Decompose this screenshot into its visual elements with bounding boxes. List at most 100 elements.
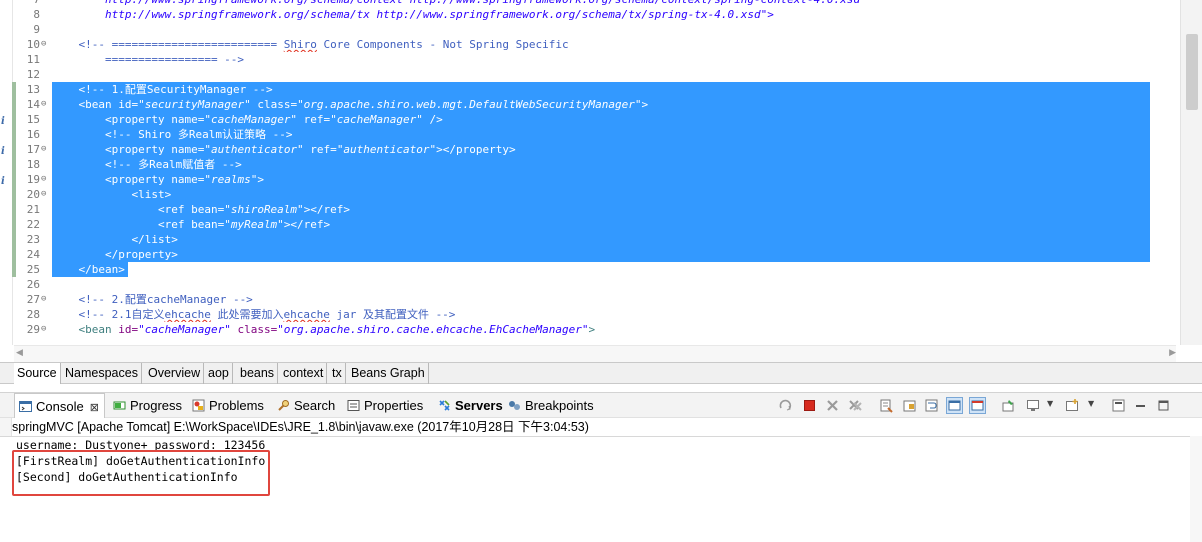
tab-console[interactable]: Console ⊠	[14, 393, 105, 418]
display-console-icon[interactable]	[1026, 398, 1041, 413]
tab-source[interactable]: Source	[14, 363, 61, 384]
code-token: ></ref>	[283, 218, 331, 231]
tab-tx[interactable]: tx	[329, 363, 346, 384]
remove-all-icon[interactable]	[848, 398, 863, 413]
display-console-dropdown-icon[interactable]: ▼	[1047, 399, 1053, 408]
code-line[interactable]: 21 <ref bean="shiroRealm"></ref>	[0, 202, 1176, 217]
code-line[interactable]: 13 <!-- 1.配置SecurityManager -->	[0, 82, 1176, 97]
code-token: bean=	[191, 218, 225, 231]
tab-context[interactable]: context	[280, 363, 328, 384]
tab-beans-graph[interactable]: Beans Graph	[348, 363, 429, 384]
code-line[interactable]: 12	[0, 67, 1176, 82]
code-token: "myRealm"	[224, 218, 284, 231]
editor-horizontal-scrollbar[interactable]: ◀ ▶	[14, 345, 1176, 362]
code-text: <!-- Shiro 多Realm认证策略 -->	[52, 127, 1150, 142]
line-number: 7	[16, 0, 40, 7]
console-scrollbar[interactable]	[1190, 436, 1202, 542]
code-token: <property	[52, 173, 172, 186]
show-console-stdout-icon[interactable]	[946, 397, 963, 414]
remove-launch-icon[interactable]	[778, 398, 793, 413]
code-token: <!-- 2.配置cacheManager -->	[52, 293, 253, 306]
code-line[interactable]: 18 <!-- 多Realm赋值者 -->	[0, 157, 1176, 172]
tab-overview[interactable]: Overview	[145, 363, 205, 384]
fold-toggle-icon[interactable]: ⊖	[41, 292, 46, 307]
tab-breakpoints[interactable]: Breakpoints	[508, 393, 594, 418]
code-text: <!-- 1.配置SecurityManager -->	[52, 82, 1150, 97]
code-line[interactable]: i 17 ⊖ <property name="authenticator" ref=…	[0, 142, 1176, 157]
line-number: 20	[26, 188, 40, 201]
fold-toggle-icon[interactable]: ⊖	[41, 142, 46, 157]
tab-breakpoints-label: Breakpoints	[525, 398, 594, 413]
tab-aop[interactable]: aop	[205, 363, 233, 384]
line-number: 15	[26, 113, 40, 126]
servers-icon	[439, 400, 450, 411]
code-line[interactable]: 24 </property>	[0, 247, 1176, 262]
word-wrap-icon[interactable]	[924, 398, 939, 413]
open-console-icon[interactable]	[1065, 398, 1080, 413]
code-token: >	[588, 323, 596, 336]
code-line[interactable]: 8 http://www.springframework.org/schema/…	[0, 7, 1176, 22]
code-token: "cacheManager"	[204, 113, 298, 126]
maximize-icon[interactable]	[1156, 398, 1171, 413]
line-number: 26	[26, 278, 40, 291]
code-line[interactable]: 29 ⊖ <bean id="cacheManager" class="org.a…	[0, 322, 1176, 337]
code-line[interactable]: 27 ⊖ <!-- 2.配置cacheManager -->	[0, 292, 1176, 307]
code-line[interactable]: 28 <!-- 2.1自定义ehcache 此处需要加入ehcache jar …	[0, 307, 1176, 322]
fold-toggle-icon[interactable]: ⊖	[41, 97, 46, 112]
tab-beans[interactable]: beans	[237, 363, 279, 384]
line-number: 9	[33, 23, 40, 36]
code-token: <bean	[52, 98, 119, 111]
code-line[interactable]: 10 ⊖ <!-- ========================= Shiro…	[0, 37, 1176, 52]
line-number: 14	[26, 98, 40, 111]
code-line[interactable]: i 15 <property name="cacheManager" ref="c…	[0, 112, 1176, 127]
code-line[interactable]: 26	[0, 277, 1176, 292]
console-icon	[19, 401, 32, 412]
code-line[interactable]: 20 ⊖ <list>	[0, 187, 1176, 202]
code-text: <property name="authenticator" ref="auth…	[52, 142, 1150, 157]
scroll-right-arrow-icon[interactable]: ▶	[1169, 348, 1176, 358]
scroll-lock-icon[interactable]	[902, 398, 917, 413]
minimize-icon[interactable]	[1133, 398, 1148, 413]
code-line[interactable]: i 19 ⊖ <property name="realms">	[0, 172, 1176, 187]
xml-editor[interactable]: 7 http://www.springframework.org/schema/…	[0, 0, 1202, 362]
console-panel-toolbar: Console ⊠ Progress Problems Search Proper…	[0, 392, 1202, 418]
remove-icon[interactable]	[825, 398, 840, 413]
close-icon[interactable]: ⊠	[90, 402, 99, 414]
code-line[interactable]: 23 </list>	[0, 232, 1176, 247]
scroll-left-arrow-icon[interactable]: ◀	[16, 348, 23, 358]
code-line[interactable]: 22 <ref bean="myRealm"></ref>	[0, 217, 1176, 232]
terminate-icon[interactable]	[802, 398, 817, 413]
tab-progress[interactable]: Progress	[113, 393, 182, 418]
code-token: Shiro	[283, 38, 317, 51]
tab-search[interactable]: Search	[277, 393, 335, 418]
code-token: ></ref>	[303, 203, 351, 216]
code-token: "realms"	[204, 173, 258, 186]
code-line[interactable]: 11 ================= -->	[0, 52, 1176, 67]
pin-console-icon[interactable]	[1001, 398, 1016, 413]
show-console-stderr-icon[interactable]	[969, 397, 986, 414]
fold-toggle-icon[interactable]: ⊖	[41, 37, 46, 52]
scrollbar-thumb[interactable]	[1186, 34, 1198, 110]
code-line[interactable]: 25 </bean>	[0, 262, 1176, 277]
console-process-label: springMVC [Apache Tomcat] E:\WorkSpace\I…	[12, 420, 589, 434]
view-menu-icon[interactable]	[1111, 398, 1126, 413]
fold-toggle-icon[interactable]: ⊖	[41, 187, 46, 202]
tab-properties[interactable]: Properties	[347, 393, 423, 418]
code-line[interactable]: 16 <!-- Shiro 多Realm认证策略 -->	[0, 127, 1176, 142]
code-line[interactable]: 7 http://www.springframework.org/schema/…	[0, 0, 1176, 7]
code-line[interactable]: 9	[0, 22, 1176, 37]
code-token: Core Components - Not Spring Specific	[316, 38, 569, 51]
search-icon	[278, 400, 289, 411]
fold-toggle-icon[interactable]: ⊖	[41, 322, 46, 337]
line-number: 8	[33, 8, 40, 21]
tab-problems[interactable]: Problems	[192, 393, 264, 418]
line-number: 29	[26, 323, 40, 336]
fold-toggle-icon[interactable]: ⊖	[41, 172, 46, 187]
open-console-dropdown-icon[interactable]: ▼	[1088, 399, 1094, 408]
tab-servers[interactable]: Servers	[438, 393, 503, 418]
editor-vertical-scrollbar[interactable]	[1180, 0, 1202, 345]
code-line[interactable]: 14 ⊖ <bean id="securityManager" class="or…	[0, 97, 1176, 112]
clear-console-icon[interactable]	[879, 398, 894, 413]
tab-namespaces[interactable]: Namespaces	[62, 363, 142, 384]
